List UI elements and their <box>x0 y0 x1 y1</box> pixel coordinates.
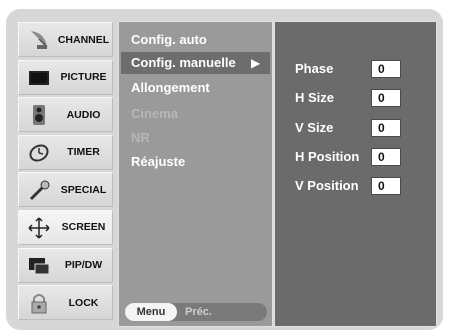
sidebar-item-timer[interactable]: TIMER <box>18 134 113 170</box>
sidebar-item-screen[interactable]: SCREEN <box>18 209 113 245</box>
h-position-value[interactable]: 0 <box>371 148 401 166</box>
menu-back-bar[interactable]: Menu Préc. <box>125 303 267 321</box>
h-size-value[interactable]: 0 <box>371 89 401 107</box>
phase-value[interactable]: 0 <box>371 60 401 78</box>
menu-item-config-auto[interactable]: Config. auto <box>131 32 207 47</box>
sidebar-item-label: AUDIO <box>66 108 101 121</box>
sidebar: CHANNEL PICTURE AUDIO TIMER SPECIAL SCRE… <box>18 22 113 323</box>
v-size-label: V Size <box>295 120 334 135</box>
sidebar-item-label: LOCK <box>68 296 99 309</box>
sidebar-item-audio[interactable]: AUDIO <box>18 97 113 133</box>
menu-button[interactable]: Menu <box>125 303 177 321</box>
sidebar-item-label: TIMER <box>67 146 100 159</box>
wand-icon <box>29 180 50 201</box>
manual-config-panel: Phase 0 H Size 0 V Size 0 H Position 0 V… <box>274 21 437 327</box>
speaker-icon <box>33 105 45 126</box>
monitor-icon <box>29 70 49 85</box>
sidebar-item-pip-dw[interactable]: PIP/DW <box>18 247 113 283</box>
menu-item-nr: NR <box>131 130 150 145</box>
padlock-icon <box>31 294 47 314</box>
phase-label: Phase <box>295 61 334 76</box>
submenu-arrow-icon: ▶ <box>251 56 261 70</box>
h-size-label: H Size <box>295 90 335 105</box>
pip-icon <box>29 257 50 275</box>
h-position-label: H Position <box>295 149 360 164</box>
sidebar-item-label: PIP/DW <box>64 259 103 272</box>
clock-icon <box>29 144 49 162</box>
sidebar-item-picture[interactable]: PICTURE <box>18 59 113 95</box>
menu-item-config-manuelle[interactable]: Config. manuelle <box>131 55 236 70</box>
v-size-value[interactable]: 0 <box>371 119 401 137</box>
sidebar-item-lock[interactable]: LOCK <box>18 285 113 321</box>
satellite-dish-icon <box>31 31 48 49</box>
menu-item-reajuste[interactable]: Réajuste <box>131 154 185 169</box>
v-position-value[interactable]: 0 <box>371 177 401 195</box>
menu-item-cinema: Cinema <box>131 106 178 121</box>
menu-item-allongement[interactable]: Allongement <box>131 80 210 95</box>
v-position-label: V Position <box>295 178 359 193</box>
sidebar-item-label: SPECIAL <box>60 183 107 196</box>
move-arrows-icon <box>28 217 50 239</box>
previous-label: Préc. <box>185 306 212 318</box>
sidebar-item-channel[interactable]: CHANNEL <box>18 22 113 57</box>
sidebar-item-label: CHANNEL <box>57 33 110 46</box>
sidebar-item-special[interactable]: SPECIAL <box>18 172 113 208</box>
sidebar-item-label: PICTURE <box>60 71 107 84</box>
sidebar-item-label: SCREEN <box>61 221 106 234</box>
screen-menu: Config. auto Config. manuelle ▶ Allongem… <box>118 21 273 327</box>
